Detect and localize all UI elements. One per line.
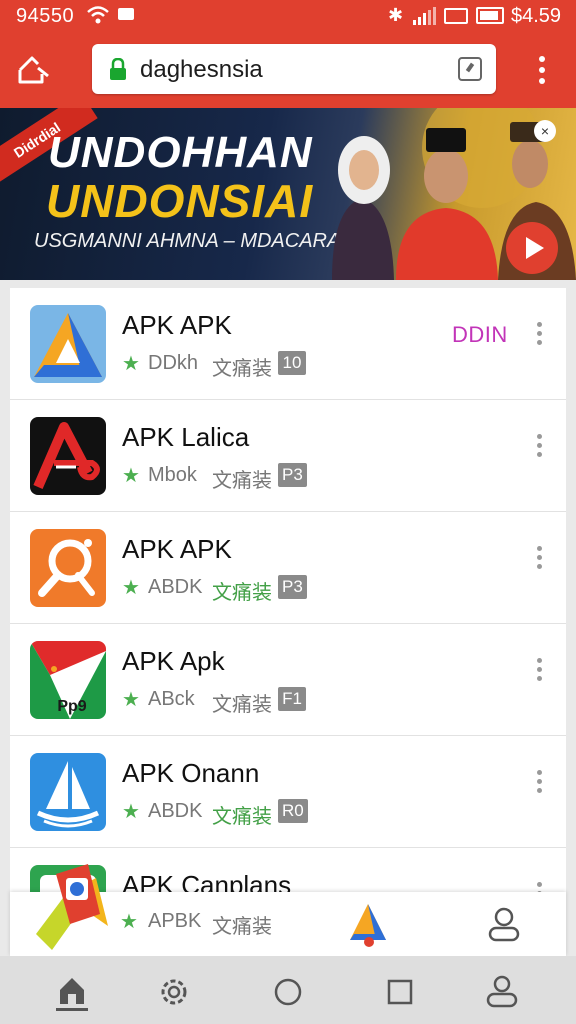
app-category: 文痛装	[212, 582, 272, 604]
notification-icon	[118, 8, 134, 20]
list-item[interactable]: APK Lalica ★ Mbok 文痛装 P3	[10, 400, 566, 512]
apk-logo-icon[interactable]	[348, 900, 388, 948]
more-vert-icon[interactable]	[532, 658, 546, 682]
a-logo-app-icon	[30, 417, 106, 495]
app-name: APK APK	[122, 534, 232, 564]
list-item[interactable]: APK Onann ★ ABDK 文痛装 R0	[10, 736, 566, 848]
star-icon: ★	[122, 577, 140, 599]
app-name: APK Lalica	[122, 422, 250, 452]
tab-bar-category: 文痛装	[212, 916, 272, 938]
app-developer: DDkh	[148, 352, 199, 374]
app-badge: P3	[278, 463, 307, 487]
more-vert-icon[interactable]	[532, 770, 546, 794]
settings-icon[interactable]	[154, 972, 194, 1012]
app-developer: ABck	[148, 688, 195, 710]
app-name: APK Canplans	[122, 870, 292, 892]
ribbon-app-icon[interactable]	[26, 864, 112, 956]
list-item[interactable]: APK APK ★ ABDK 文痛装 P3	[10, 512, 566, 624]
status-bar: 94550 ✱ $4.59	[0, 0, 576, 32]
banner-title-line1: UNDOHHAN	[48, 128, 313, 177]
play-icon[interactable]	[506, 222, 558, 274]
app-list: APK APK ★ DDkh 文痛装 10 DDIN APK Lalica ★ …	[10, 288, 566, 892]
bluetooth-icon: ✱	[388, 5, 404, 25]
sim-icon	[444, 8, 468, 24]
system-nav-bar	[0, 956, 576, 1024]
flag-app-icon: Pp9	[30, 641, 106, 719]
star-icon: ★	[120, 911, 138, 933]
app-category: 文痛装	[212, 470, 272, 492]
status-time: 94550	[16, 5, 75, 27]
status-right-text: $4.59	[511, 5, 562, 27]
promo-banner[interactable]: Didrdial UNDOHHAN UNDONSIAI USGMANNI AHM…	[0, 108, 576, 280]
tab-bar-developer: APBK	[148, 910, 202, 932]
app-badge: 10	[278, 351, 306, 375]
signal-icon	[413, 7, 436, 25]
home-icon[interactable]	[52, 972, 92, 1012]
more-vert-icon[interactable]	[532, 882, 546, 892]
more-vert-icon[interactable]	[532, 434, 546, 458]
app-tab-bar: ★ APBK 文痛装	[10, 864, 566, 956]
star-icon: ★	[122, 465, 140, 487]
close-icon[interactable]: ×	[534, 120, 556, 142]
app-developer: ABDK	[148, 800, 203, 822]
triangle-app-icon	[30, 305, 106, 383]
banner-title-line2: UNDONSIAI	[46, 175, 314, 227]
more-vert-icon[interactable]	[532, 546, 546, 570]
battery-icon	[476, 7, 504, 24]
recents-icon[interactable]	[380, 972, 420, 1012]
list-item[interactable]: APK APK ★ DDkh 文痛装 10 DDIN	[10, 288, 566, 400]
app-name: APK APK	[122, 310, 232, 340]
star-icon: ★	[122, 801, 140, 823]
url-bar[interactable]: daghesnsia	[92, 44, 496, 94]
wifi-icon	[87, 6, 109, 24]
profile-icon[interactable]	[482, 972, 522, 1012]
download-button[interactable]: DDIN	[452, 322, 508, 348]
app-badge: P3	[278, 575, 307, 599]
app-name: APK Apk	[122, 646, 225, 676]
browser-toolbar: daghesnsia	[0, 32, 576, 108]
app-category: 文痛装	[212, 358, 272, 380]
circle-home-icon[interactable]	[268, 972, 308, 1012]
app-developer: ABDK	[148, 576, 203, 598]
star-icon: ★	[122, 689, 140, 711]
app-badge: R0	[278, 799, 308, 823]
app-name: APK Onann	[122, 758, 260, 788]
tab-icon[interactable]	[458, 57, 482, 81]
app-category: 文痛装	[212, 694, 272, 716]
flag-app-icon-text: Pp9	[57, 698, 86, 715]
app-badge: F1	[278, 687, 306, 711]
url-text[interactable]: daghesnsia	[140, 56, 263, 84]
app-category: 文痛装	[212, 806, 272, 828]
sailboat-app-icon	[30, 753, 106, 831]
more-vert-icon[interactable]	[532, 322, 546, 346]
lock-icon	[110, 58, 126, 80]
more-vert-icon[interactable]	[530, 52, 554, 88]
list-item[interactable]: Pp9 APK Apk ★ ABck 文痛装 F1	[10, 624, 566, 736]
home-icon[interactable]	[14, 52, 54, 88]
star-icon: ★	[122, 353, 140, 375]
profile-icon[interactable]	[486, 906, 522, 942]
search-app-icon	[30, 529, 106, 607]
app-developer: Mbok	[148, 464, 197, 486]
